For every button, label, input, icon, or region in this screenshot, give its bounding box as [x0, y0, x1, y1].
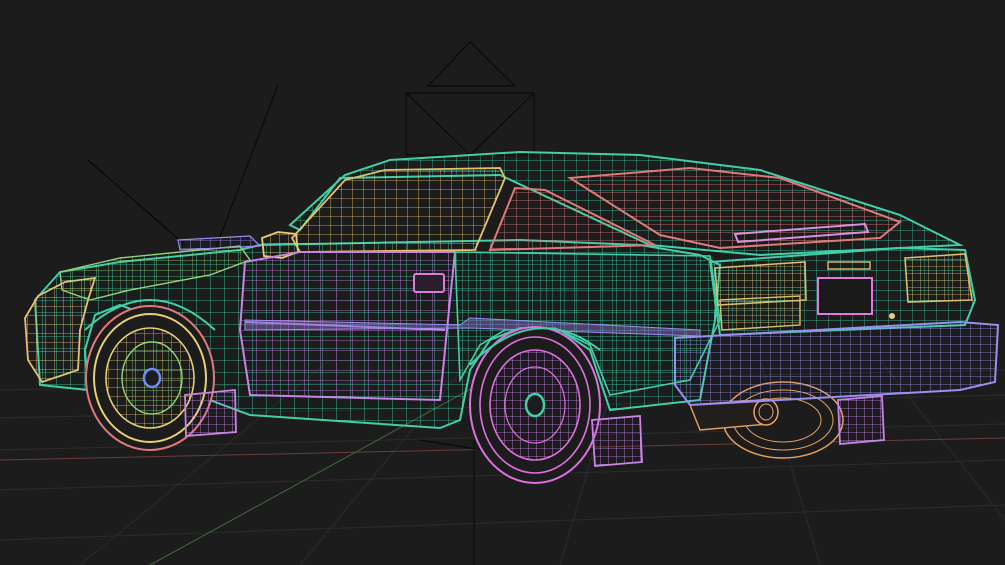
right-taillight	[904, 253, 973, 303]
wireframe-viewport[interactable]	[0, 0, 1005, 565]
rear-mudflap	[591, 415, 643, 467]
rear-reflector	[889, 313, 895, 319]
taillight-lower-left	[719, 295, 801, 331]
far-rear-mudflap	[837, 395, 885, 445]
door-handle	[413, 273, 445, 293]
side-window	[290, 167, 506, 253]
license-plate	[817, 277, 873, 315]
rear-bumper	[674, 320, 1000, 407]
front-mudflap	[184, 389, 237, 437]
scene-canvas	[0, 41, 1005, 565]
rear-wheel	[469, 326, 601, 484]
